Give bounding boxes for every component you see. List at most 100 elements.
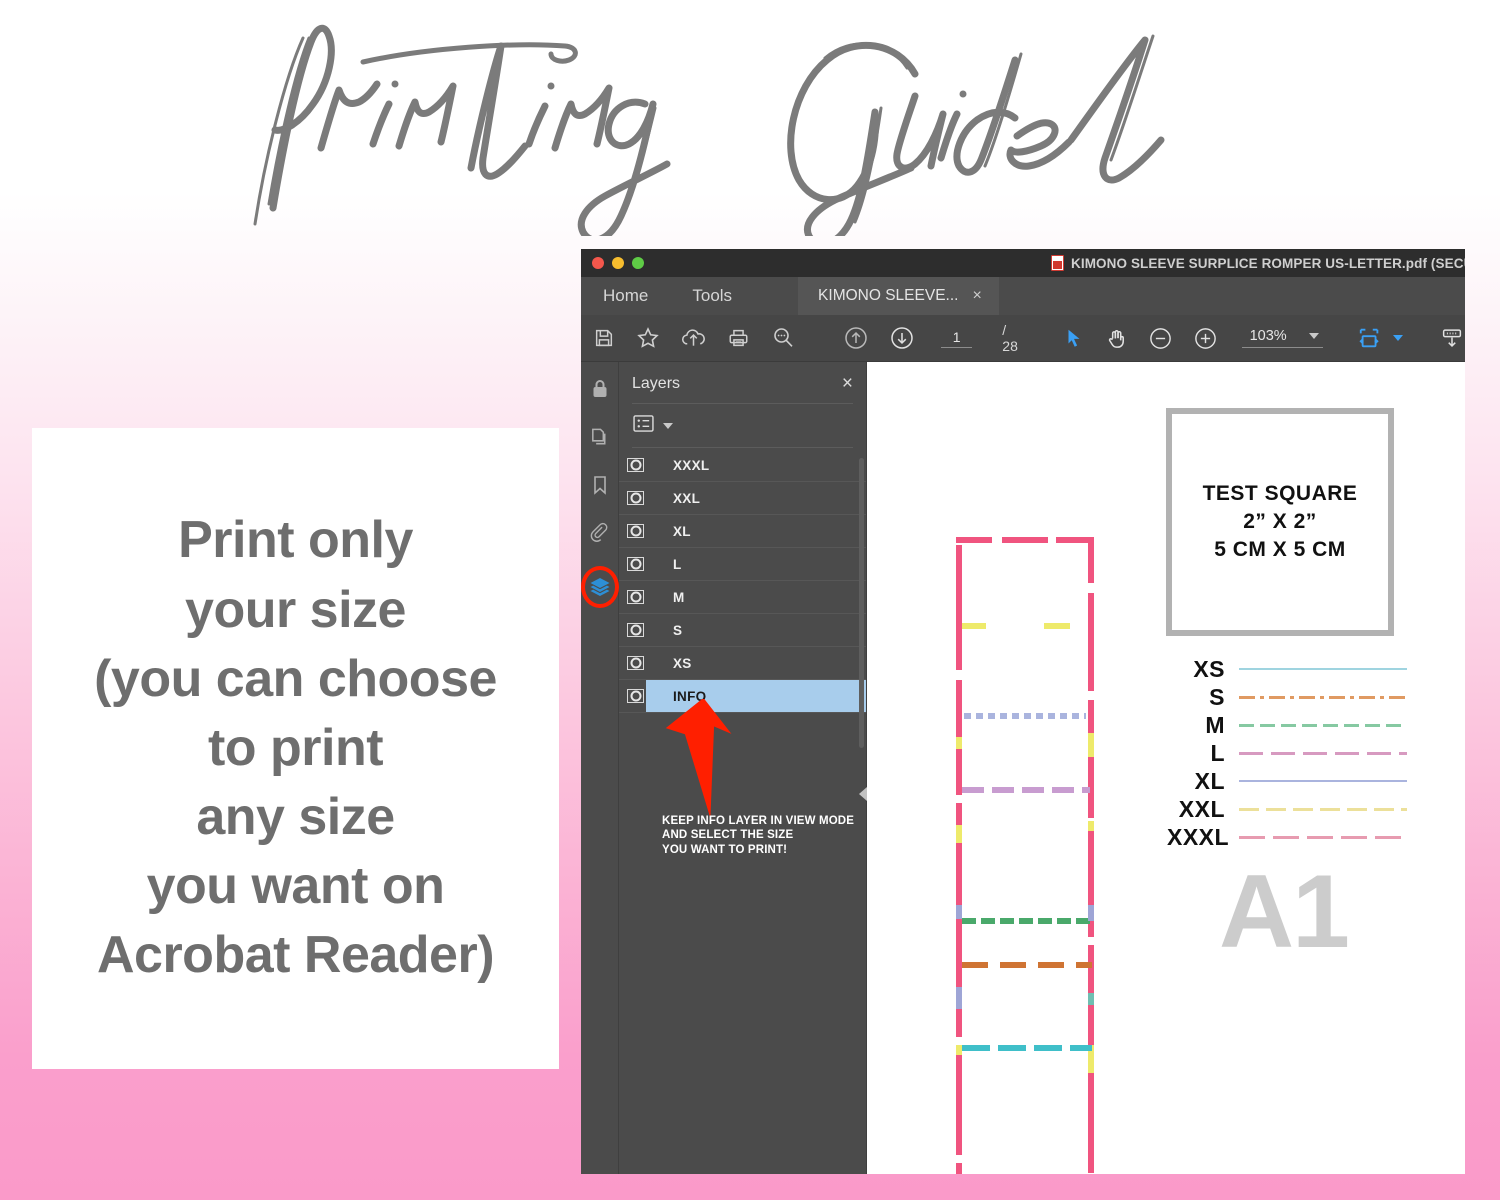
zoom-level-control[interactable]: 103% <box>1241 328 1323 348</box>
document-tab[interactable]: KIMONO SLEEVE... × <box>798 277 999 315</box>
layer-visibility-icon[interactable] <box>627 524 644 538</box>
layer-label: XXL <box>673 490 701 506</box>
layers-panel: Layers × XXXL XXL XL L M S XS INFO KEEP … <box>619 362 867 1174</box>
page-watermark: A1 <box>1219 854 1350 970</box>
pdf-document-view[interactable]: TEST SQUARE 2” X 2” 5 CM X 5 CM XS S M L… <box>867 362 1465 1174</box>
star-icon[interactable] <box>636 326 660 350</box>
layer-visibility-icon[interactable] <box>627 590 644 604</box>
legend-row: L <box>1167 739 1407 767</box>
hand-tool-icon[interactable] <box>1105 327 1128 350</box>
cloud-upload-icon[interactable] <box>681 326 706 350</box>
scroll-mode-icon[interactable] <box>1439 326 1465 351</box>
layer-row[interactable]: XXXL <box>619 449 866 482</box>
layer-row[interactable]: M <box>619 581 866 614</box>
legend-label: L <box>1210 739 1225 766</box>
layer-visibility-icon[interactable] <box>627 458 644 472</box>
layers-list: XXXL XXL XL L M S XS INFO <box>619 449 866 713</box>
printing-guide-page: Printing Guide <box>0 0 1500 1200</box>
close-tab-icon[interactable]: × <box>972 288 981 304</box>
layer-label: M <box>673 589 685 605</box>
legend-row: XXL <box>1167 795 1407 823</box>
legend-line-s <box>1239 695 1407 699</box>
print-icon[interactable] <box>727 327 750 349</box>
search-icon[interactable] <box>771 326 795 350</box>
close-window-button[interactable] <box>592 257 604 269</box>
layer-visibility-icon[interactable] <box>627 623 644 637</box>
toolbar-left-group <box>593 326 795 350</box>
layer-visibility-icon[interactable] <box>627 491 644 505</box>
test-square-line-2: 2” X 2” <box>1243 510 1317 534</box>
layers-highlight-ring <box>581 566 619 608</box>
pattern-piece-graphic <box>956 525 1094 1174</box>
layer-label: XS <box>673 655 692 671</box>
legend-line-l <box>1239 751 1407 755</box>
test-square-line-1: TEST SQUARE <box>1202 482 1358 506</box>
fit-page-icon[interactable] <box>1357 326 1383 350</box>
select-cursor-icon[interactable] <box>1063 327 1085 349</box>
window-title-group: KIMONO SLEEVE SURPLICE ROMPER US-LETTER.… <box>1051 249 1465 277</box>
chevron-down-icon[interactable] <box>1308 333 1319 339</box>
navigation-rail <box>581 362 619 1174</box>
sidebar-icon-bookmarks[interactable] <box>587 472 613 498</box>
legend-row: M <box>1167 711 1407 739</box>
main-toolbar: 1 / 28 103% <box>581 315 1465 362</box>
maximize-window-button[interactable] <box>632 257 644 269</box>
close-icon[interactable]: × <box>842 374 853 393</box>
legend-label: XXXL <box>1167 823 1230 850</box>
layer-label: L <box>673 556 682 572</box>
layer-row[interactable]: S <box>619 614 866 647</box>
legend-row: XL <box>1167 767 1407 795</box>
instruction-line: (you can choose <box>94 649 497 708</box>
menu-tools[interactable]: Tools <box>670 277 754 315</box>
layers-scrollbar[interactable] <box>859 458 864 748</box>
layer-row[interactable]: XXL <box>619 482 866 515</box>
layers-annotation-text: KEEP INFO LAYER IN VIEW MODE AND SELECT … <box>662 814 877 857</box>
legend-line-xxxl <box>1239 835 1407 839</box>
sidebar-icon-security[interactable] <box>587 376 613 402</box>
layer-row[interactable]: XS <box>619 647 866 680</box>
layer-visibility-icon[interactable] <box>627 557 644 571</box>
page-title: Printing Guide <box>0 8 1500 236</box>
sidebar-icon-attachments[interactable] <box>587 520 613 546</box>
fit-options-chevron-icon[interactable] <box>1392 335 1403 341</box>
window-controls[interactable] <box>592 257 644 269</box>
legend-row: S <box>1167 683 1407 711</box>
layer-row[interactable]: L <box>619 548 866 581</box>
legend-line-m <box>1239 723 1407 727</box>
layer-row[interactable]: XL <box>619 515 866 548</box>
annotation-line-2: AND SELECT THE SIZE <box>662 829 794 842</box>
previous-page-icon[interactable] <box>843 325 869 351</box>
list-options-icon[interactable] <box>633 415 654 437</box>
sidebar-icon-pages[interactable] <box>587 424 613 450</box>
zoom-out-icon[interactable] <box>1148 326 1173 351</box>
legend-label: M <box>1205 711 1225 738</box>
instruction-line: any size <box>196 788 395 847</box>
minimize-window-button[interactable] <box>612 257 624 269</box>
chevron-down-icon[interactable] <box>663 423 673 429</box>
save-icon[interactable] <box>593 327 615 349</box>
zoom-in-icon[interactable] <box>1193 326 1218 351</box>
legend-label: XS <box>1193 655 1225 682</box>
page-total-label: / 28 <box>1002 322 1018 354</box>
instruction-line: you want on <box>146 857 445 916</box>
test-square-line-3: 5 CM X 5 CM <box>1214 537 1346 561</box>
layer-visibility-icon[interactable] <box>627 656 644 670</box>
layer-visibility-icon[interactable] <box>627 689 644 703</box>
printing-guide-script-title: Printing Guide <box>253 24 1165 236</box>
menu-home[interactable]: Home <box>581 277 670 315</box>
page-number-input[interactable]: 1 <box>941 329 973 348</box>
layers-options-bar <box>619 404 866 447</box>
window-body: Layers × XXXL XXL XL L M S XS INFO KEEP … <box>581 362 1465 1174</box>
next-page-icon[interactable] <box>889 325 915 351</box>
legend-row: XS <box>1167 655 1407 683</box>
test-square: TEST SQUARE 2” X 2” 5 CM X 5 CM <box>1166 408 1394 636</box>
legend-row: XXXL <box>1167 823 1407 851</box>
sidebar-icon-layers[interactable] <box>581 566 619 608</box>
instruction-card: Print only your size (you can choose to … <box>32 428 559 1069</box>
instruction-line: Print only <box>178 511 413 570</box>
collapse-panel-icon[interactable] <box>859 787 867 801</box>
layer-label: XL <box>673 523 691 539</box>
legend-label: S <box>1209 683 1225 710</box>
instruction-line: to print <box>207 718 384 777</box>
legend-line-xxl <box>1239 807 1407 811</box>
